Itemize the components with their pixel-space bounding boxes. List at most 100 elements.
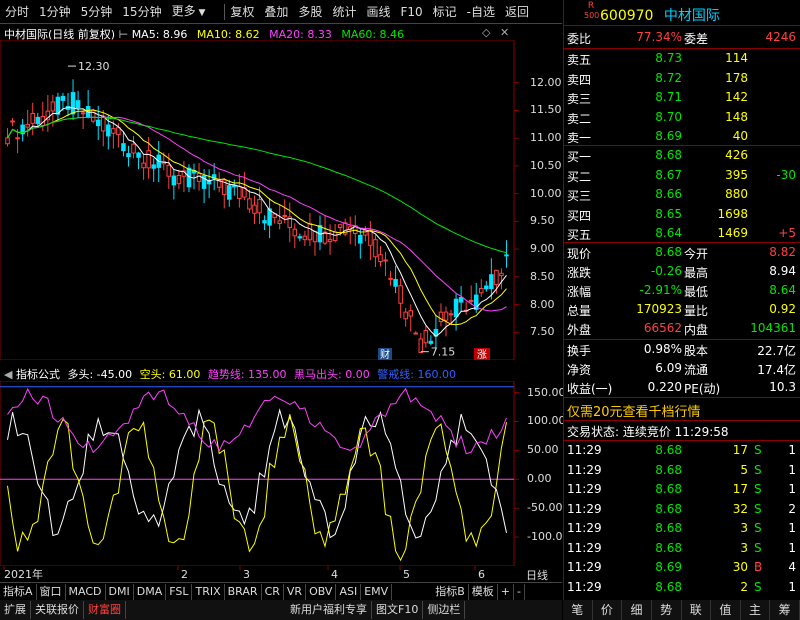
ask-label: 卖一 — [567, 131, 592, 145]
kline-chart[interactable]: 12.30 7.15 财 涨 — [0, 40, 562, 360]
indicator-tab[interactable]: DMI — [106, 583, 134, 600]
close-icon[interactable]: ✕ — [500, 26, 509, 39]
extension-tab[interactable]: 扩展 — [0, 601, 31, 619]
candle-body — [5, 137, 10, 145]
diamond-icon[interactable]: ◇ — [482, 26, 490, 39]
indicator-tabs: 指标A 窗口 MACD DMI DMA FSL TRIX BRAR CR VR OBV ASI EMV 指… — [0, 582, 562, 600]
toolbar-zixuan[interactable]: -自选 — [462, 1, 500, 23]
candle-body — [101, 115, 106, 132]
toolbar-more[interactable]: 更多 ▼ — [167, 0, 211, 24]
candle-body — [55, 96, 61, 115]
candle-body — [227, 185, 232, 200]
toolbar-diejia[interactable]: 叠加 — [259, 1, 293, 23]
candle-body — [484, 285, 489, 290]
right-tab[interactable]: 笔 — [563, 600, 593, 620]
indicator-tab[interactable]: FSL — [166, 583, 193, 600]
toolbar-15min[interactable]: 15分钟 — [117, 1, 166, 23]
cai-badge[interactable]: 财 — [380, 348, 390, 360]
extension-tab[interactable]: 关联报价 — [31, 601, 84, 619]
toolbar-fenshi[interactable]: 分时 — [0, 1, 34, 23]
stock-header: 600970 中材国际 — [600, 5, 720, 25]
candle-body — [438, 311, 444, 323]
candle-body — [403, 311, 408, 320]
bid-price: 8.64 — [655, 226, 682, 240]
right-tab[interactable]: 细 — [622, 600, 652, 620]
indicator-tab[interactable]: CR — [262, 583, 284, 600]
quote-label: 涨跌 — [567, 266, 592, 280]
quote-label: 今开 — [684, 247, 709, 261]
bid-label: 买五 — [567, 228, 592, 242]
xtick-label: 4 — [331, 568, 338, 581]
right-tab[interactable]: 价 — [593, 600, 623, 620]
candle-body — [363, 229, 368, 236]
quote-label: 流通 — [684, 363, 709, 377]
ask-volume: 114 — [725, 51, 748, 65]
indicator-tab[interactable]: 指标A — [0, 583, 37, 600]
tick-price: 8.68 — [655, 501, 682, 516]
indicator-tab[interactable]: DMA — [134, 583, 167, 600]
indicator-tab[interactable]: - — [514, 583, 525, 600]
extension-tab[interactable]: 新用户福利专享 — [286, 601, 372, 619]
indicator-tab[interactable]: MACD — [66, 583, 106, 600]
indicator-tab[interactable]: EMV — [361, 583, 393, 600]
indicator-tab[interactable]: 指标B — [432, 583, 469, 600]
indicator-tab[interactable]: VR — [284, 583, 307, 600]
quote-label: 收益(一) — [567, 382, 613, 396]
indicator-tab[interactable]: ASI — [336, 583, 362, 600]
candle-body — [131, 143, 136, 154]
ytick-label: 7.50 — [530, 325, 555, 339]
candle-body — [95, 119, 101, 127]
candle-body — [111, 128, 116, 134]
indicator-chart[interactable] — [0, 381, 562, 566]
right-tab[interactable]: 势 — [652, 600, 682, 620]
panel-divider — [563, 48, 800, 49]
bid-volume: 1698 — [717, 206, 748, 221]
ask-volume: 40 — [732, 129, 748, 143]
time-axis: 2021年 2 3 4 5 6 — [3, 566, 485, 581]
toolbar-f10[interactable]: F10 — [395, 1, 427, 23]
tick-price: 8.68 — [655, 540, 682, 555]
candle-body — [479, 287, 484, 294]
indicator-tab[interactable]: BRAR — [225, 583, 262, 600]
toolbar-biaoji[interactable]: 标记 — [428, 1, 462, 23]
weibi-value: 77.34% — [636, 30, 682, 44]
right-tab[interactable]: 联 — [682, 600, 712, 620]
right-tab[interactable]: 主 — [741, 600, 771, 620]
toolbar-1min[interactable]: 1分钟 — [34, 1, 76, 23]
right-tab[interactable]: 值 — [711, 600, 741, 620]
indicator-tab[interactable]: OBV — [306, 583, 337, 600]
extension-tab[interactable]: 财富圈 — [84, 601, 126, 619]
tick-volume: 2 — [740, 579, 748, 594]
quote-label: 总量 — [567, 304, 592, 318]
candle-body — [297, 236, 303, 239]
promo-link[interactable]: 仅需20元查看千档行情 — [567, 401, 701, 420]
axis-period-label[interactable]: 日线 — [526, 567, 548, 583]
ask-price: 8.70 — [655, 109, 682, 124]
extension-tab[interactable]: 侧边栏 — [423, 601, 466, 619]
qushi-label: 趋势线: 135.00 — [207, 368, 287, 381]
panel-divider — [563, 145, 800, 146]
toolbar-fuquan[interactable]: 复权 — [225, 1, 259, 23]
tick-time: 11:29 — [567, 540, 602, 555]
indicator-tab[interactable]: 窗口 — [37, 583, 66, 600]
tick-price: 8.68 — [655, 521, 682, 535]
indicator-name[interactable]: 指标公式 — [16, 368, 60, 381]
toolbar-tongji[interactable]: 统计 — [327, 1, 361, 23]
candle-body — [312, 230, 318, 243]
toolbar-huaxian[interactable]: 画线 — [361, 1, 395, 23]
quote-value: -2.91% — [639, 283, 682, 297]
toolbar-5min[interactable]: 5分钟 — [76, 1, 118, 23]
indicator-tab[interactable]: 模板 — [469, 583, 498, 600]
right-tab[interactable]: 筹 — [770, 600, 800, 620]
indicator-tab[interactable]: TRIX — [192, 583, 225, 600]
toolbar-back[interactable]: 返回 — [500, 1, 534, 23]
zhang-badge[interactable]: 涨 — [477, 349, 487, 360]
indicator-tab[interactable]: + — [498, 583, 514, 600]
extension-tab[interactable]: 图文F10 — [372, 601, 424, 619]
toolbar-duogu[interactable]: 多股 — [293, 1, 327, 23]
heima-label: 黑马出头: 0.00 — [294, 368, 370, 381]
tick-count: 4 — [788, 560, 796, 574]
dropdown-icon[interactable]: ◀ — [4, 368, 16, 381]
candle-body — [121, 143, 126, 152]
quote-value: 8.68 — [655, 245, 682, 259]
